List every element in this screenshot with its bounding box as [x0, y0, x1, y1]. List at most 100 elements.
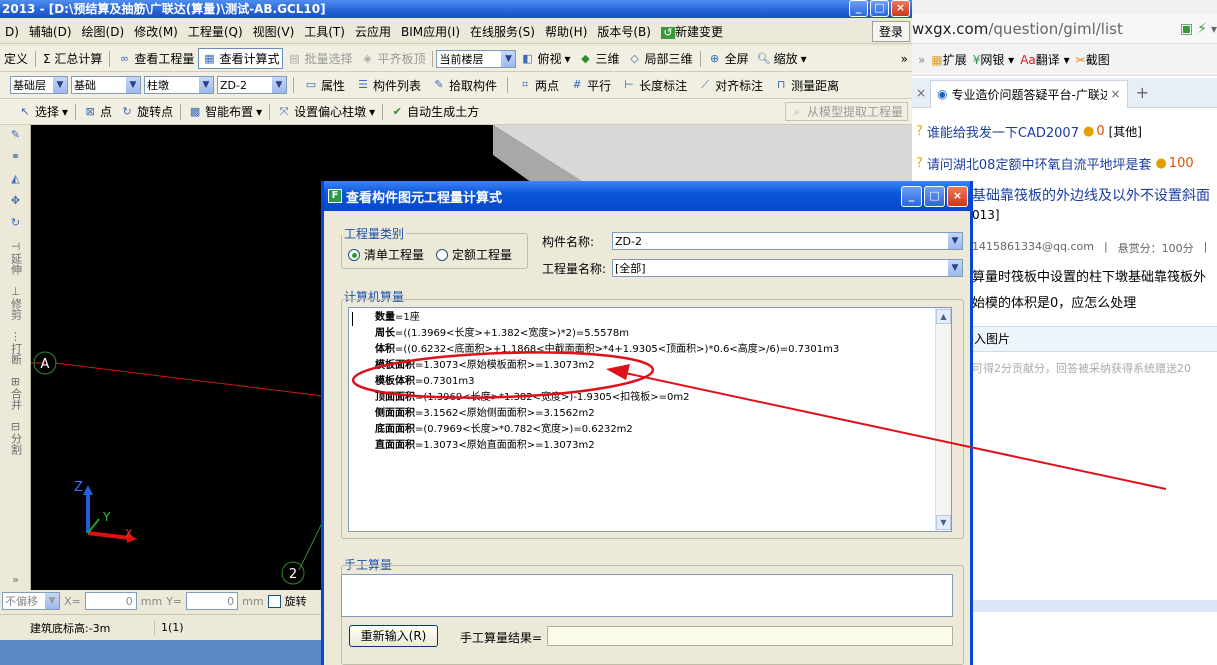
smart-layout-button[interactable]: ▩ 智能布置 ▾	[184, 103, 266, 120]
align-top-button[interactable]: ◈ 平齐板顶	[356, 50, 429, 67]
define-button[interactable]: 定义	[0, 50, 32, 67]
manual-calc-textarea[interactable]	[341, 574, 953, 617]
move-icon[interactable]: ✥	[0, 195, 31, 207]
fullscreen-button[interactable]: ⊕ 全屏	[704, 50, 753, 67]
manual-result-field[interactable]	[547, 626, 953, 646]
menu-view[interactable]: 视图(V)	[248, 23, 300, 40]
view-quantity-button[interactable]: ∞ 查看工程量	[113, 50, 198, 67]
tab-close-left[interactable]: ×	[912, 86, 930, 100]
parallel-button[interactable]: # 平行	[566, 77, 615, 94]
eccentric-button[interactable]: ⤧ 设置偏心柱墩 ▾	[273, 103, 379, 120]
chevron-down-icon[interactable]: ▾	[1211, 22, 1217, 36]
floor-select[interactable]: 当前楼层 ▼	[436, 49, 517, 68]
bookmark-bank[interactable]: ¥网银 ▾	[973, 51, 1015, 68]
radio-quota-qty[interactable]	[436, 248, 449, 261]
menu-quantity[interactable]: 工程量(Q)	[183, 23, 248, 40]
select-button[interactable]: ↖ 选择 ▾	[14, 103, 72, 120]
lightning-icon[interactable]: ⚡	[1197, 21, 1207, 37]
view-mode-button[interactable]: ◧ 俯视 ▾	[516, 50, 574, 67]
quantity-name-select[interactable]: [全部] ▼	[612, 259, 963, 277]
break-tool[interactable]: ⋮ 打断	[0, 331, 31, 368]
scroll-down-icon[interactable]: ▼	[936, 515, 951, 530]
component-select[interactable]: ZD-2 ▼	[217, 76, 287, 94]
type-select[interactable]: 柱墩 ▼	[144, 76, 214, 94]
menu-cloud[interactable]: 云应用	[350, 23, 396, 40]
toolbar-more[interactable]: »	[897, 52, 912, 66]
dialog-close-button[interactable]: ×	[947, 186, 968, 207]
properties-button[interactable]: ▭ 属性	[300, 77, 349, 94]
extend-tool[interactable]: ⊣ 延伸	[0, 241, 31, 278]
3d-button[interactable]: ◆ 三维	[575, 50, 624, 67]
rotate-checkbox[interactable]	[267, 594, 281, 608]
new-tab-button[interactable]: +	[1128, 83, 1157, 102]
break-label: 打断	[9, 343, 23, 365]
browser-tab-active[interactable]: ◉ 专业造价问题答疑平台-广联达 ×	[930, 79, 1128, 108]
summary-calc-button[interactable]: Σ 汇总计算	[39, 50, 106, 67]
tab-close-icon[interactable]: ×	[1111, 87, 1121, 101]
reinput-button[interactable]: 重新输入(R)	[349, 625, 438, 647]
measure-button[interactable]: ⊓ 测量距离	[770, 77, 843, 94]
security-icon[interactable]: ▣	[1180, 21, 1193, 37]
auto-earthwork-button[interactable]: ✔ 自动生成土方	[386, 103, 483, 120]
bookmark-translate[interactable]: Aa翻译 ▾	[1020, 51, 1069, 68]
menu-draw[interactable]: 绘图(D)	[77, 23, 130, 40]
category-select[interactable]: 基础 ▼	[71, 76, 141, 94]
formula-value: =(0.7969<长度>*0.782<宽度>)=0.6232m2	[415, 424, 633, 435]
bookmark-screenshot[interactable]: ✂截图	[1076, 51, 1110, 68]
menu-version[interactable]: 版本号(B)	[592, 23, 656, 40]
rotate-point-button[interactable]: ↻ 旋转点	[116, 103, 177, 120]
menu-online[interactable]: 在线服务(S)	[465, 23, 540, 40]
component-list-button[interactable]: ☰ 构件列表	[352, 77, 425, 94]
component-name-select[interactable]: ZD-2 ▼	[612, 232, 963, 250]
pick-component-button[interactable]: ✎ 拾取构件	[428, 77, 501, 94]
dialog-maximize-button[interactable]: □	[924, 186, 945, 207]
mirror-icon[interactable]: ◭	[0, 173, 31, 185]
brush-icon[interactable]: ✎	[0, 129, 31, 141]
link-icon[interactable]: ⚭	[0, 151, 31, 163]
close-button[interactable]: ×	[891, 0, 910, 17]
radio-list-qty[interactable]	[348, 248, 360, 261]
length-dim-button[interactable]: ⊢ 长度标注	[618, 77, 691, 94]
split-tool[interactable]: ⊟ 分割	[0, 421, 31, 458]
menu-tools[interactable]: 工具(T)	[299, 23, 350, 40]
dialog-minimize-button[interactable]: _	[901, 186, 922, 207]
batch-select-button[interactable]: ▤ 批量选择	[283, 50, 356, 67]
menu-modify[interactable]: 修改(M)	[129, 23, 183, 40]
menu-new-change[interactable]: ↺ 新建变更	[656, 23, 728, 40]
strip-more[interactable]: »	[0, 574, 31, 586]
offset-mode-select[interactable]: 不偏移 ▼	[2, 592, 60, 610]
login-button[interactable]: 登录	[871, 21, 910, 42]
y-input[interactable]: 0	[186, 592, 239, 610]
address-bar[interactable]: wxgx.com /question/giml/list ▣ ⚡ ▾	[912, 14, 1217, 44]
bookmark-extension[interactable]: ▦扩展	[931, 51, 966, 68]
question-detail-title: 基础靠筏板的外边线及以外不设置斜面	[972, 188, 1210, 204]
align-dim-button[interactable]: ⟋ 对齐标注	[694, 77, 767, 94]
menu-axis[interactable]: 辅轴(D)	[24, 23, 77, 40]
extract-from-model-button[interactable]: ⌕ 从模型提取工程量	[784, 102, 908, 121]
layer-select[interactable]: 基础层 ▼	[10, 76, 68, 94]
merge-icon: ⊞	[10, 375, 21, 388]
view-formula-button[interactable]: ▦ 查看计算式	[198, 48, 284, 69]
rotate-icon[interactable]: ↻	[0, 217, 31, 229]
scroll-up-icon[interactable]: ▲	[936, 309, 951, 324]
insert-image-bar[interactable]: 入图片	[972, 326, 1217, 352]
menu-bim[interactable]: BIM应用(I)	[396, 23, 465, 40]
zoom-button[interactable]: 🔍︎ 缩放 ▾	[753, 50, 811, 67]
trim-tool[interactable]: ⊥ 修剪	[0, 286, 31, 323]
menu-help[interactable]: 帮助(H)	[540, 23, 592, 40]
question-item[interactable]: ? 请问湖北08定额中环氧自流平地坪是套 ● 100	[912, 150, 1217, 176]
question-item[interactable]: ? 谁能给我发一下CAD2007 ● 0 [其他]	[912, 118, 1217, 144]
x-input[interactable]: 0	[84, 592, 137, 610]
two-point-button[interactable]: ⌗ 两点	[514, 77, 563, 94]
formula-textarea[interactable]: 数量=1座 周长=((1.3969<长度>+1.382<宽度>)*2)=5.55…	[348, 307, 952, 532]
formula-scrollbar[interactable]: ▲ ▼	[935, 308, 951, 531]
menu-prefix[interactable]: D)	[0, 25, 24, 39]
merge-tool[interactable]: ⊞ 合并	[0, 376, 31, 413]
point-button[interactable]: ⊠ 点	[79, 103, 116, 120]
minimize-button[interactable]: _	[849, 0, 868, 17]
local-3d-button[interactable]: ◇ 局部三维	[624, 50, 697, 67]
bookmark-more[interactable]: »	[918, 53, 925, 67]
elevation-status: 建筑底标高:-3m	[0, 619, 155, 636]
maximize-button[interactable]: □	[870, 0, 889, 17]
batch-select-label: 批量选择	[304, 52, 353, 66]
